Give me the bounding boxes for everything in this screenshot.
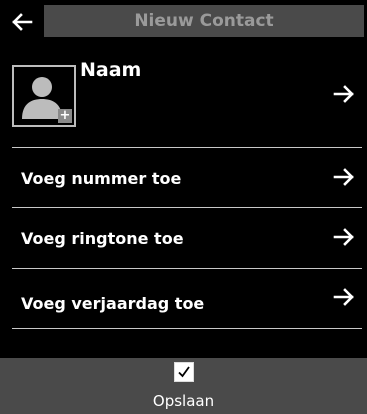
arrow-right-icon bbox=[333, 168, 354, 186]
arrow-right-icon bbox=[333, 85, 354, 103]
add-ringtone-item[interactable]: Voeg ringtone toe bbox=[0, 208, 367, 268]
menu-item-label: Voeg ringtone toe bbox=[21, 229, 184, 248]
arrow-right-icon bbox=[333, 228, 354, 246]
arrow-right-icon bbox=[333, 288, 354, 306]
plus-badge-icon: + bbox=[58, 108, 72, 123]
header: Nieuw Contact bbox=[0, 0, 367, 43]
name-label: Naam bbox=[80, 59, 142, 81]
back-button[interactable] bbox=[0, 0, 44, 43]
save-button[interactable]: Opslaan bbox=[0, 358, 367, 414]
add-number-item[interactable]: Voeg nummer toe bbox=[0, 148, 367, 208]
page-title: Nieuw Contact bbox=[134, 11, 274, 31]
new-contact-screen: Nieuw Contact + Naam Voeg nummer toe Voe… bbox=[0, 0, 367, 414]
footer-bar: Opslaan bbox=[0, 358, 367, 414]
avatar[interactable]: + bbox=[12, 65, 76, 127]
checkmark-icon bbox=[178, 366, 190, 378]
name-row[interactable]: + Naam bbox=[0, 43, 367, 147]
arrow-left-icon bbox=[12, 12, 33, 31]
divider bbox=[12, 328, 362, 329]
menu-item-label: Voeg verjaardag toe bbox=[21, 294, 205, 313]
checkbox bbox=[174, 362, 194, 382]
menu-item-label: Voeg nummer toe bbox=[21, 169, 182, 188]
title-bar: Nieuw Contact bbox=[44, 5, 364, 37]
add-birthday-item[interactable]: Voeg verjaardag toe bbox=[0, 269, 367, 329]
save-label: Opslaan bbox=[152, 392, 215, 410]
